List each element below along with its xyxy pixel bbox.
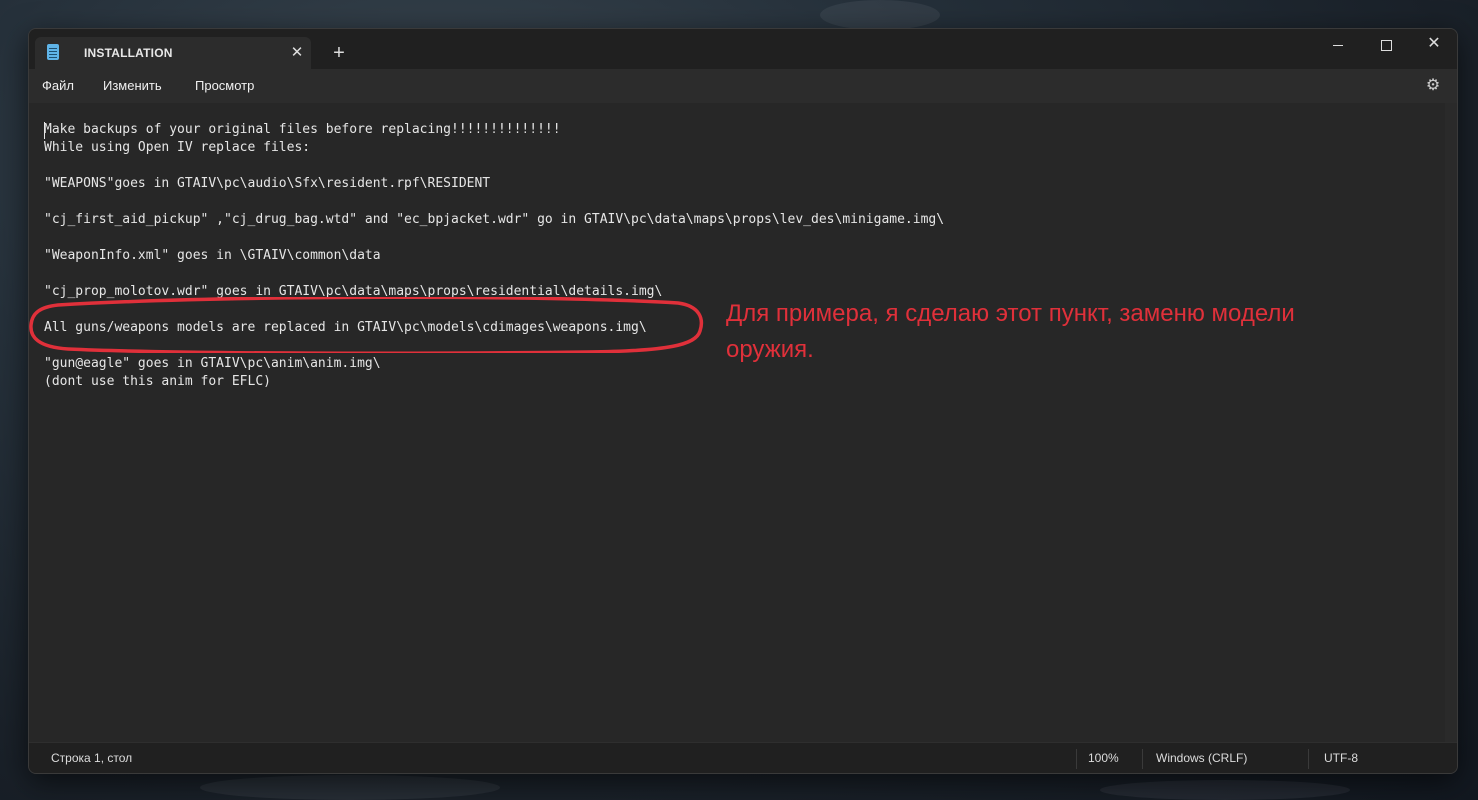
minimize-icon	[1333, 44, 1343, 46]
status-divider	[1076, 749, 1077, 769]
close-button[interactable]: ✕	[1411, 29, 1457, 61]
annotation-ellipse	[29, 297, 704, 353]
menu-bar: Файл Изменить Просмотр ⚙	[29, 69, 1457, 103]
zoom-level[interactable]: 100%	[1088, 751, 1119, 765]
text-line: "WeaponInfo.xml" goes in \GTAIV\common\d…	[44, 248, 381, 263]
background-blur	[1100, 780, 1350, 800]
text-line: Make backups of your original files befo…	[44, 122, 561, 137]
text-line: While using Open IV replace files:	[44, 140, 311, 155]
notepad-window: INSTALLATION ✕ + ✕ Файл Изменить Просмот…	[28, 28, 1458, 774]
text-line: "gun@eagle" goes in GTAIV\pc\anim\anim.i…	[44, 356, 381, 371]
background-blur	[820, 0, 940, 30]
text-editor[interactable]: Make backups of your original files befo…	[29, 103, 1457, 742]
vertical-scrollbar[interactable]	[1445, 103, 1457, 742]
maximize-button[interactable]	[1363, 29, 1409, 61]
menu-file[interactable]: Файл	[42, 78, 74, 93]
background-blur	[200, 775, 500, 800]
minimize-button[interactable]	[1315, 29, 1361, 61]
status-divider	[1142, 749, 1143, 769]
status-bar: Строка 1, стол 100% Windows (CRLF) UTF-8	[29, 742, 1457, 773]
status-divider	[1308, 749, 1309, 769]
menu-view[interactable]: Просмотр	[195, 78, 254, 93]
cursor-position: Строка 1, стол	[51, 751, 133, 765]
tab-title: INSTALLATION	[84, 46, 173, 60]
new-tab-button[interactable]: +	[327, 41, 351, 65]
menu-edit[interactable]: Изменить	[103, 78, 162, 93]
line-ending[interactable]: Windows (CRLF)	[1156, 751, 1247, 765]
tab-installation[interactable]: INSTALLATION ✕	[35, 37, 311, 69]
notepad-icon	[47, 44, 59, 60]
maximize-icon	[1380, 39, 1392, 51]
title-bar[interactable]: INSTALLATION ✕ + ✕	[29, 29, 1457, 69]
settings-gear-icon[interactable]: ⚙	[1423, 76, 1443, 96]
annotation-text: Для примера, я сделаю этот пункт, заменю…	[726, 300, 1295, 363]
encoding[interactable]: UTF-8	[1324, 751, 1358, 765]
tab-close-icon[interactable]: ✕	[287, 43, 307, 63]
text-line: "WEAPONS"goes in GTAIV\pc\audio\Sfx\resi…	[44, 176, 491, 191]
text-line: "cj_first_aid_pickup" ,"cj_drug_bag.wtd"…	[44, 212, 945, 227]
text-line: (dont use this anim for EFLC)	[44, 374, 271, 389]
